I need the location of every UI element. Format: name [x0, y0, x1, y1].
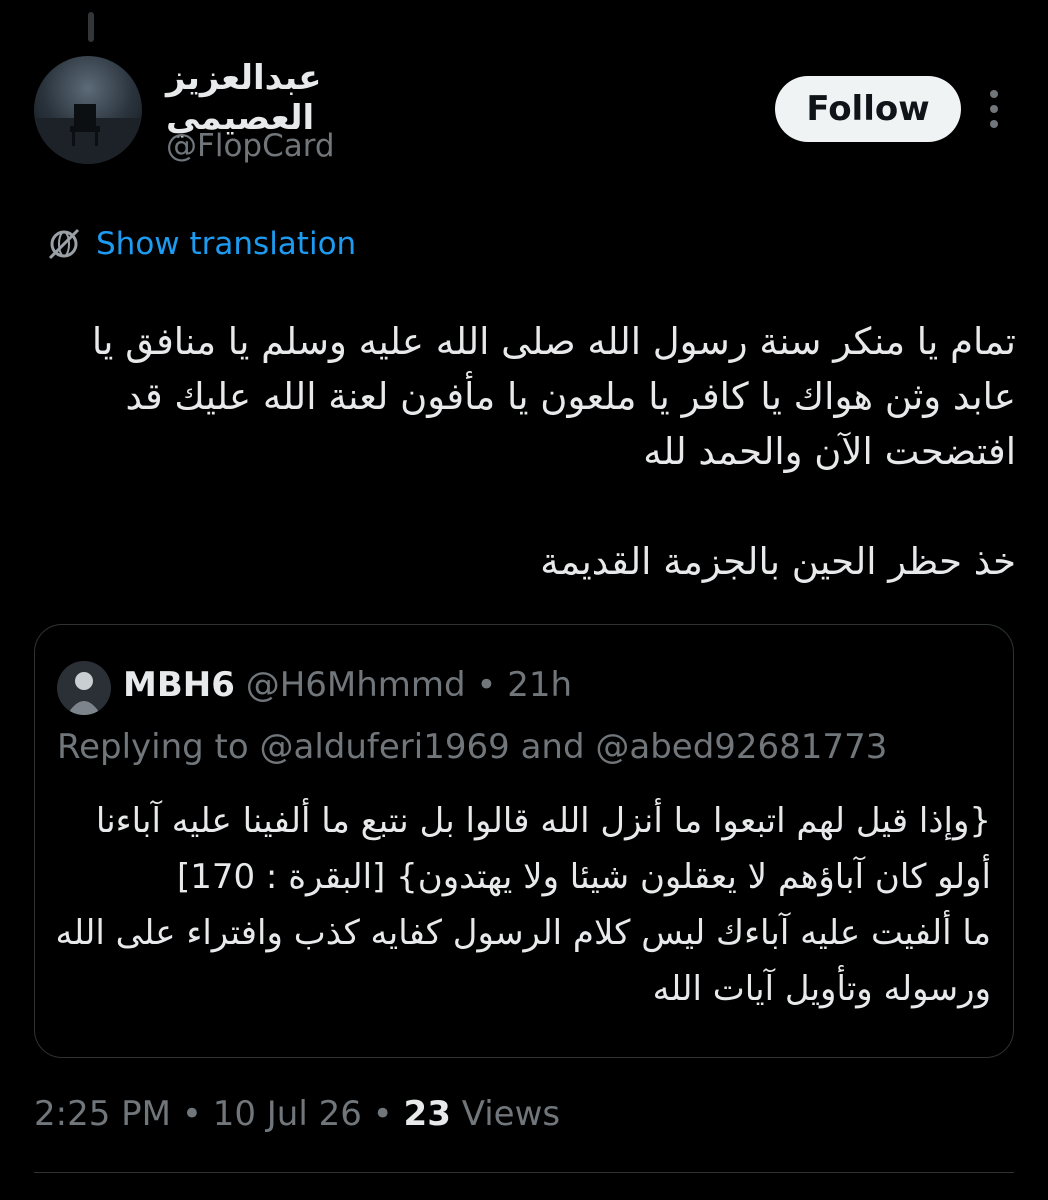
bottom-divider [34, 1172, 1014, 1173]
quoted-tweet-time[interactable]: 21h [507, 665, 572, 705]
author-display-name[interactable]: عبدالعزيز العصيمي [166, 58, 456, 138]
replying-prefix: Replying to [57, 727, 249, 767]
quoted-author-name[interactable]: MBH6 [123, 665, 235, 705]
quoted-author-handle[interactable]: @H6Mhmmd [246, 665, 466, 705]
translate-globe-icon [48, 228, 80, 260]
tweet-line: افتضحت الآن والحمد لله [643, 430, 1016, 473]
tweet-body: تمام يا منكر سنة رسول الله صلى الله عليه… [40, 314, 1016, 589]
tweet-line: خذ حظر الحين بالجزمة القديمة [540, 540, 1016, 583]
profile-photo-icon [34, 56, 142, 164]
thread-connector-line [88, 12, 94, 42]
replying-to-line: Replying to @alduferi1969 and @abed92681… [57, 727, 887, 767]
quoted-tweet-line: أولو كان آباؤهم لا يعقلون شيئا ولا يهتدو… [176, 857, 991, 897]
tweet-line: عابد وثن هواك يا كافر يا ملعون يا مأفون … [125, 375, 1016, 418]
author-handle[interactable]: @FlopCard [166, 128, 335, 164]
reply-mention-1[interactable]: @alduferi1969 [260, 727, 510, 767]
tweet-time[interactable]: 2:25 PM [34, 1094, 171, 1134]
quoted-tweet-card[interactable]: MBH6 @H6Mhmmd • 21h Replying to @aldufer… [34, 624, 1014, 1058]
reply-mention-2[interactable]: @abed92681773 [595, 727, 887, 767]
show-translation-label[interactable]: Show translation [96, 226, 356, 262]
tweet-date[interactable]: 10 Jul 26 [213, 1094, 362, 1134]
follow-button[interactable]: Follow [775, 76, 961, 142]
tweet-line: تمام يا منكر سنة رسول الله صلى الله عليه… [91, 320, 1016, 363]
meta-separator: • [372, 1094, 393, 1134]
meta-separator: • [476, 665, 497, 705]
quoted-tweet-header: MBH6 @H6Mhmmd • 21h [123, 665, 572, 705]
quoted-author-avatar[interactable] [57, 661, 111, 715]
quoted-tweet-line: ما ألفيت عليه آباءك ليس كلام الرسول كفاي… [55, 913, 991, 953]
views-label[interactable]: Views [462, 1094, 560, 1134]
quoted-tweet-line: ورسوله وتأويل آيات الله [652, 969, 991, 1009]
quoted-tweet-body: {وإذا قيل لهم اتبعوا ما أنزل الله قالوا … [51, 793, 991, 1017]
tweet-metadata-row: 2:25 PM • 10 Jul 26 • 23 Views [34, 1094, 560, 1134]
quoted-tweet-line: {وإذا قيل لهم اتبعوا ما أنزل الله قالوا … [95, 801, 991, 841]
views-count[interactable]: 23 [404, 1094, 451, 1134]
more-vertical-icon[interactable] [982, 88, 1006, 130]
meta-separator: • [181, 1094, 202, 1134]
show-translation-link[interactable]: Show translation [46, 226, 356, 262]
author-avatar[interactable] [34, 56, 142, 164]
replying-conjunction: and [520, 727, 585, 767]
